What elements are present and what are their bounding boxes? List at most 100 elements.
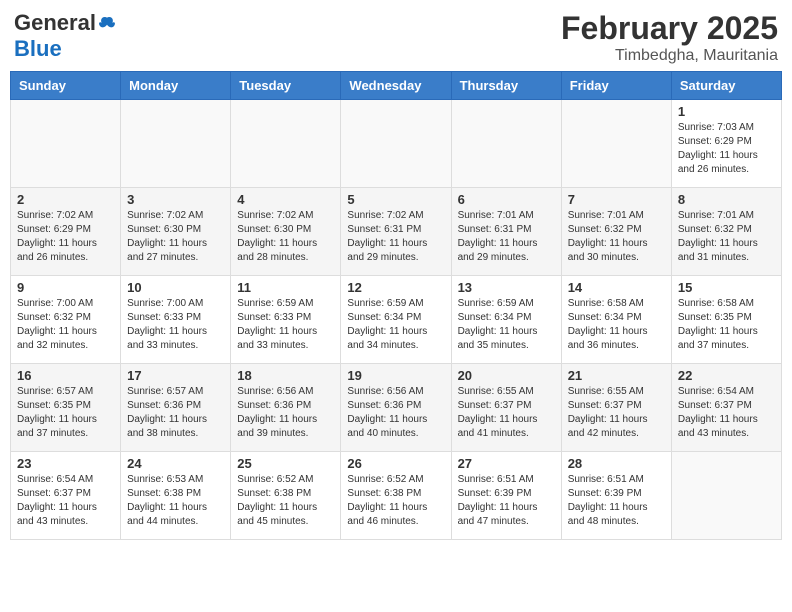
calendar-cell: 6 Sunrise: 7:01 AM Sunset: 6:31 PM Daylig… bbox=[451, 188, 561, 276]
day-number: 20 bbox=[458, 368, 555, 383]
page-header: General Blue February 2025 Timbedgha, Ma… bbox=[10, 10, 782, 65]
day-info: Sunrise: 7:02 AM Sunset: 6:31 PM Dayligh… bbox=[347, 209, 444, 265]
day-info: Sunrise: 7:01 AM Sunset: 6:32 PM Dayligh… bbox=[568, 209, 665, 265]
day-info: Sunrise: 6:58 AM Sunset: 6:34 PM Dayligh… bbox=[568, 297, 665, 353]
calendar-week-3: 9 Sunrise: 7:00 AM Sunset: 6:32 PM Daylig… bbox=[11, 276, 782, 364]
calendar-cell bbox=[671, 452, 781, 540]
day-info: Sunrise: 6:54 AM Sunset: 6:37 PM Dayligh… bbox=[17, 473, 114, 529]
day-number: 13 bbox=[458, 280, 555, 295]
calendar-cell: 16Sunrise: 6:57 AM Sunset: 6:35 PM Dayli… bbox=[11, 364, 121, 452]
day-number: 10 bbox=[127, 280, 224, 295]
weekday-header-wednesday: Wednesday bbox=[341, 72, 451, 100]
calendar-cell: 21 Sunrise: 6:55 AM Sunset: 6:37 PM Dayli… bbox=[561, 364, 671, 452]
day-info: Sunrise: 6:51 AM Sunset: 6:39 PM Dayligh… bbox=[458, 473, 555, 529]
day-number: 25 bbox=[237, 456, 334, 471]
day-number: 22 bbox=[678, 368, 775, 383]
day-number: 26 bbox=[347, 456, 444, 471]
day-info: Sunrise: 6:52 AM Sunset: 6:38 PM Dayligh… bbox=[347, 473, 444, 529]
weekday-header-saturday: Saturday bbox=[671, 72, 781, 100]
day-info: Sunrise: 7:02 AM Sunset: 6:30 PM Dayligh… bbox=[127, 209, 224, 265]
calendar-cell bbox=[121, 100, 231, 188]
calendar-cell: 18Sunrise: 6:56 AM Sunset: 6:36 PM Dayli… bbox=[231, 364, 341, 452]
weekday-header-tuesday: Tuesday bbox=[231, 72, 341, 100]
day-info: Sunrise: 6:55 AM Sunset: 6:37 PM Dayligh… bbox=[458, 385, 555, 441]
calendar-cell: 19 Sunrise: 6:56 AM Sunset: 6:36 PM Dayli… bbox=[341, 364, 451, 452]
day-number: 3 bbox=[127, 192, 224, 207]
calendar-cell: 20 Sunrise: 6:55 AM Sunset: 6:37 PM Dayli… bbox=[451, 364, 561, 452]
weekday-header-sunday: Sunday bbox=[11, 72, 121, 100]
calendar-cell bbox=[11, 100, 121, 188]
calendar-cell: 1 Sunrise: 7:03 AM Sunset: 6:29 PM Daylig… bbox=[671, 100, 781, 188]
day-number: 18 bbox=[237, 368, 334, 383]
calendar-cell: 17 Sunrise: 6:57 AM Sunset: 6:36 PM Dayli… bbox=[121, 364, 231, 452]
logo-blue-text: Blue bbox=[14, 36, 62, 62]
day-info: Sunrise: 6:59 AM Sunset: 6:34 PM Dayligh… bbox=[347, 297, 444, 353]
month-year-title: February 2025 bbox=[561, 10, 778, 47]
day-info: Sunrise: 7:00 AM Sunset: 6:32 PM Dayligh… bbox=[17, 297, 114, 353]
logo: General Blue bbox=[14, 10, 116, 62]
day-number: 1 bbox=[678, 104, 775, 119]
day-info: Sunrise: 6:57 AM Sunset: 6:35 PM Dayligh… bbox=[17, 385, 114, 441]
logo-general-text: General bbox=[14, 10, 96, 36]
day-info: Sunrise: 6:53 AM Sunset: 6:38 PM Dayligh… bbox=[127, 473, 224, 529]
day-info: Sunrise: 6:55 AM Sunset: 6:37 PM Dayligh… bbox=[568, 385, 665, 441]
day-number: 9 bbox=[17, 280, 114, 295]
calendar-cell: 27 Sunrise: 6:51 AM Sunset: 6:39 PM Dayli… bbox=[451, 452, 561, 540]
day-number: 4 bbox=[237, 192, 334, 207]
day-info: Sunrise: 6:56 AM Sunset: 6:36 PM Dayligh… bbox=[347, 385, 444, 441]
day-info: Sunrise: 7:00 AM Sunset: 6:33 PM Dayligh… bbox=[127, 297, 224, 353]
day-info: Sunrise: 6:52 AM Sunset: 6:38 PM Dayligh… bbox=[237, 473, 334, 529]
calendar-cell: 13 Sunrise: 6:59 AM Sunset: 6:34 PM Dayli… bbox=[451, 276, 561, 364]
day-info: Sunrise: 6:51 AM Sunset: 6:39 PM Dayligh… bbox=[568, 473, 665, 529]
day-number: 17 bbox=[127, 368, 224, 383]
calendar-cell: 5 Sunrise: 7:02 AM Sunset: 6:31 PM Daylig… bbox=[341, 188, 451, 276]
day-number: 19 bbox=[347, 368, 444, 383]
calendar-cell: 12 Sunrise: 6:59 AM Sunset: 6:34 PM Dayli… bbox=[341, 276, 451, 364]
calendar-cell: 28Sunrise: 6:51 AM Sunset: 6:39 PM Dayli… bbox=[561, 452, 671, 540]
calendar-cell: 10 Sunrise: 7:00 AM Sunset: 6:33 PM Dayli… bbox=[121, 276, 231, 364]
weekday-header-thursday: Thursday bbox=[451, 72, 561, 100]
calendar-cell: 15Sunrise: 6:58 AM Sunset: 6:35 PM Dayli… bbox=[671, 276, 781, 364]
day-number: 23 bbox=[17, 456, 114, 471]
calendar-cell bbox=[231, 100, 341, 188]
calendar-cell: 8Sunrise: 7:01 AM Sunset: 6:32 PM Daylig… bbox=[671, 188, 781, 276]
day-number: 7 bbox=[568, 192, 665, 207]
day-info: Sunrise: 7:01 AM Sunset: 6:32 PM Dayligh… bbox=[678, 209, 775, 265]
day-number: 12 bbox=[347, 280, 444, 295]
calendar-cell bbox=[341, 100, 451, 188]
calendar-week-5: 23 Sunrise: 6:54 AM Sunset: 6:37 PM Dayli… bbox=[11, 452, 782, 540]
calendar-week-2: 2Sunrise: 7:02 AM Sunset: 6:29 PM Daylig… bbox=[11, 188, 782, 276]
day-number: 15 bbox=[678, 280, 775, 295]
day-number: 24 bbox=[127, 456, 224, 471]
day-info: Sunrise: 7:02 AM Sunset: 6:30 PM Dayligh… bbox=[237, 209, 334, 265]
logo-bird-icon bbox=[98, 14, 116, 32]
day-number: 6 bbox=[458, 192, 555, 207]
day-info: Sunrise: 6:57 AM Sunset: 6:36 PM Dayligh… bbox=[127, 385, 224, 441]
calendar-cell bbox=[451, 100, 561, 188]
weekday-header-monday: Monday bbox=[121, 72, 231, 100]
day-info: Sunrise: 6:59 AM Sunset: 6:34 PM Dayligh… bbox=[458, 297, 555, 353]
calendar-cell: 25 Sunrise: 6:52 AM Sunset: 6:38 PM Dayli… bbox=[231, 452, 341, 540]
calendar-cell: 3 Sunrise: 7:02 AM Sunset: 6:30 PM Daylig… bbox=[121, 188, 231, 276]
day-number: 14 bbox=[568, 280, 665, 295]
calendar-table: SundayMondayTuesdayWednesdayThursdayFrid… bbox=[10, 71, 782, 540]
calendar-cell: 11 Sunrise: 6:59 AM Sunset: 6:33 PM Dayli… bbox=[231, 276, 341, 364]
calendar-cell: 24 Sunrise: 6:53 AM Sunset: 6:38 PM Dayli… bbox=[121, 452, 231, 540]
calendar-cell: 26 Sunrise: 6:52 AM Sunset: 6:38 PM Dayli… bbox=[341, 452, 451, 540]
calendar-cell: 22 Sunrise: 6:54 AM Sunset: 6:37 PM Dayli… bbox=[671, 364, 781, 452]
location-subtitle: Timbedgha, Mauritania bbox=[561, 47, 778, 65]
day-number: 11 bbox=[237, 280, 334, 295]
day-number: 5 bbox=[347, 192, 444, 207]
weekday-header-friday: Friday bbox=[561, 72, 671, 100]
calendar-cell: 4 Sunrise: 7:02 AM Sunset: 6:30 PM Daylig… bbox=[231, 188, 341, 276]
day-number: 27 bbox=[458, 456, 555, 471]
calendar-week-4: 16Sunrise: 6:57 AM Sunset: 6:35 PM Dayli… bbox=[11, 364, 782, 452]
day-info: Sunrise: 7:03 AM Sunset: 6:29 PM Dayligh… bbox=[678, 121, 775, 177]
day-number: 21 bbox=[568, 368, 665, 383]
weekday-header-row: SundayMondayTuesdayWednesdayThursdayFrid… bbox=[11, 72, 782, 100]
day-info: Sunrise: 7:01 AM Sunset: 6:31 PM Dayligh… bbox=[458, 209, 555, 265]
day-info: Sunrise: 6:59 AM Sunset: 6:33 PM Dayligh… bbox=[237, 297, 334, 353]
calendar-week-1: 1 Sunrise: 7:03 AM Sunset: 6:29 PM Daylig… bbox=[11, 100, 782, 188]
calendar-cell: 7 Sunrise: 7:01 AM Sunset: 6:32 PM Daylig… bbox=[561, 188, 671, 276]
day-info: Sunrise: 6:54 AM Sunset: 6:37 PM Dayligh… bbox=[678, 385, 775, 441]
